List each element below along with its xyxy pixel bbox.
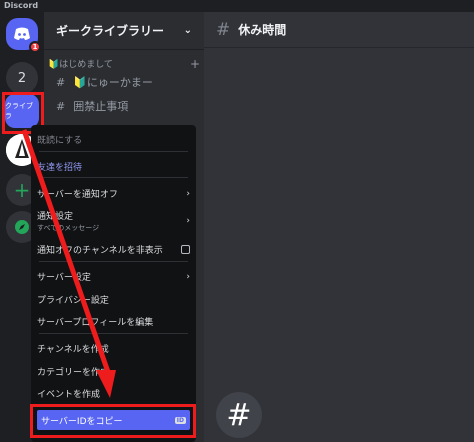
annotation-arrow (21, 129, 116, 398)
